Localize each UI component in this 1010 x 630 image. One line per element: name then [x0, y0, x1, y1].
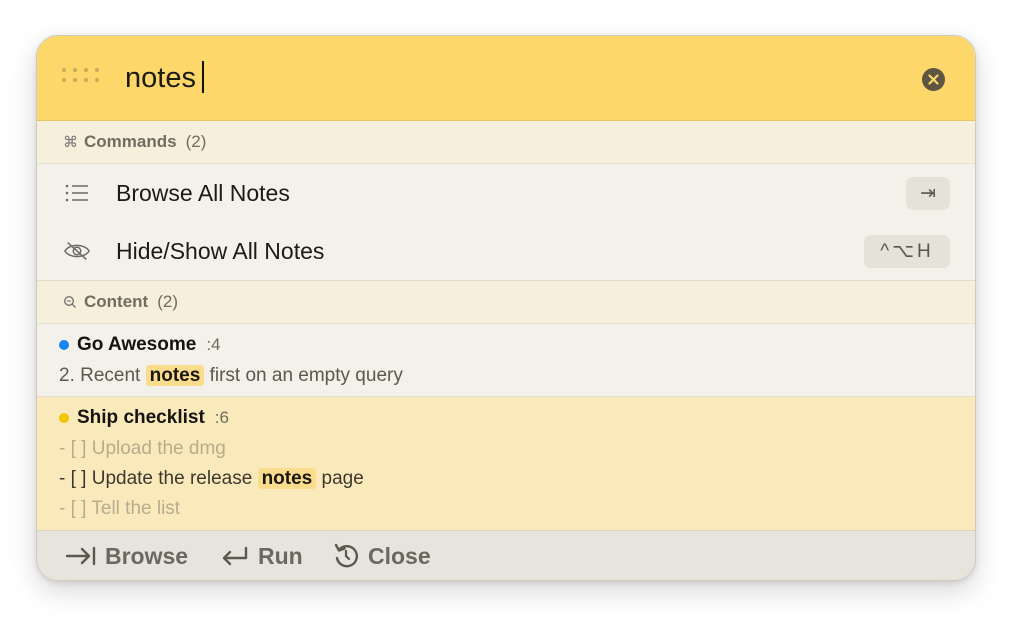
- undo-circle-icon: [334, 543, 358, 568]
- result-title: Go Awesome :4: [59, 334, 221, 356]
- line-reference: :4: [206, 335, 221, 354]
- drag-handle-icon[interactable]: [62, 68, 104, 84]
- note-color-dot: [59, 340, 69, 350]
- line-reference: :6: [214, 408, 229, 427]
- section-header-commands: ⌘ Commands (2): [37, 121, 975, 164]
- clear-search-button[interactable]: [922, 68, 945, 91]
- line-text-before: 2. Recent: [59, 365, 146, 386]
- return-icon: [222, 546, 248, 566]
- shortcut-badge: ^⌥H: [864, 234, 950, 268]
- eye-slash-icon: [63, 242, 91, 260]
- match-line: - [ ] Update the release notes page: [59, 468, 364, 490]
- command-label: Browse All Notes: [116, 179, 290, 206]
- close-icon: [928, 74, 939, 85]
- command-icon: ⌘: [63, 134, 78, 151]
- match-line: 2. Recent notes first on an empty query: [59, 365, 403, 387]
- section-count: (2): [185, 132, 207, 151]
- shortcut-badge: ⇥: [906, 176, 950, 210]
- list-icon: [65, 184, 88, 202]
- browse-label: Browse: [105, 542, 189, 569]
- section-count: (2): [157, 292, 178, 311]
- tab-arrow-icon: [65, 546, 96, 566]
- line-text-after: page: [316, 468, 364, 489]
- result-ship-checklist[interactable]: Ship checklist :6 - [ ] Upload the dmg -…: [37, 397, 975, 530]
- run-button[interactable]: Run: [220, 543, 303, 570]
- close-button[interactable]: Close: [332, 542, 431, 570]
- command-label: Hide/Show All Notes: [116, 237, 325, 264]
- line-text-before: - [ ] Update the release: [59, 468, 258, 489]
- search-bar: [37, 36, 975, 121]
- note-title: Go Awesome: [77, 334, 197, 355]
- search-input[interactable]: [125, 56, 885, 100]
- section-title: Content: [84, 292, 149, 311]
- footer-bar: Browse Run Close: [37, 530, 975, 580]
- close-label: Close: [368, 542, 431, 569]
- command-palette: ⌘ Commands (2) Browse All Notes ⇥ Hide/S…: [36, 35, 976, 581]
- shortcut-keys: ^⌥H: [880, 240, 934, 262]
- note-color-dot: [59, 413, 69, 423]
- text-caret: [202, 61, 204, 93]
- result-go-awesome[interactable]: Go Awesome :4 2. Recent notes first on a…: [37, 324, 975, 396]
- line-text-after: first on an empty query: [204, 365, 403, 386]
- section-title: Commands: [84, 132, 177, 151]
- magnifier-icon: [63, 295, 81, 309]
- match-highlight: notes: [145, 365, 205, 386]
- section-header-content: Content (2): [37, 281, 975, 324]
- run-label: Run: [258, 542, 303, 569]
- context-line: - [ ] Upload the dmg: [59, 438, 226, 459]
- tab-key-icon: ⇥: [920, 182, 936, 204]
- result-title: Ship checklist :6: [59, 407, 229, 429]
- command-row-browse-all-notes[interactable]: Browse All Notes ⇥: [37, 164, 975, 222]
- browse-button[interactable]: Browse: [65, 543, 188, 570]
- command-row-hide-show-all-notes[interactable]: Hide/Show All Notes ^⌥H: [37, 222, 975, 280]
- note-title: Ship checklist: [77, 407, 205, 428]
- context-line: - [ ] Tell the list: [59, 498, 181, 519]
- match-highlight: notes: [257, 468, 317, 489]
